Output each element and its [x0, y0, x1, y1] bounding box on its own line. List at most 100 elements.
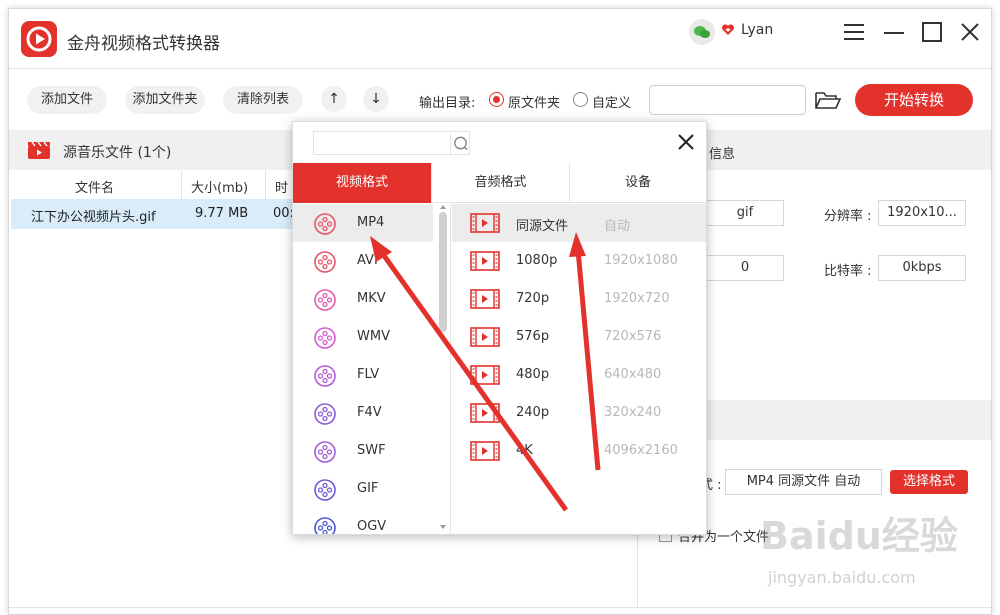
app-title: 金舟视频格式转换器 [67, 34, 220, 54]
column-time[interactable]: 时 [275, 177, 288, 196]
resolution-label: 720p [516, 291, 550, 306]
film-reel-icon [314, 403, 336, 425]
radio-source-folder[interactable] [489, 92, 504, 107]
film-strip-icon [470, 213, 500, 233]
list-item[interactable]: WMV [293, 318, 433, 356]
radio-source-label: 原文件夹 [508, 96, 561, 111]
format-label: SWF [357, 443, 386, 458]
film-reel-icon [314, 327, 336, 349]
menu-icon[interactable] [841, 19, 867, 45]
resolution-label: 480p [516, 367, 550, 382]
list-item[interactable]: MKV [293, 280, 433, 318]
list-item[interactable]: AVI [293, 242, 433, 280]
close-icon[interactable] [957, 19, 983, 45]
format-list: MP4 AVI MKV WMV FLV F4V SWF GIF OGV [293, 204, 451, 534]
film-strip-icon [470, 251, 500, 271]
list-item[interactable]: 同源文件 自动 [452, 204, 706, 242]
resolution-dimensions: 1920x720 [604, 291, 670, 306]
format-tabs: 视频格式 音频格式 设备 [293, 163, 706, 203]
format-label: GIF [357, 481, 379, 496]
column-filename[interactable]: 文件名 [75, 177, 114, 196]
scroll-down-icon[interactable] [439, 524, 447, 530]
film-strip-icon [470, 365, 500, 385]
bitrate-label: 比特率 : [824, 264, 872, 279]
list-item[interactable]: GIF [293, 470, 433, 508]
resolution-dimensions: 1920x1080 [604, 253, 678, 268]
format-label: OGV [357, 519, 387, 534]
column-size[interactable]: 大小(mb) [191, 177, 248, 196]
list-item[interactable]: 576p 720x576 [452, 318, 706, 356]
film-strip-icon [470, 441, 500, 461]
list-item[interactable]: 240p 320x240 [452, 394, 706, 432]
list-item[interactable]: SWF [293, 432, 433, 470]
bottom-divider [9, 607, 991, 608]
resolution-label: 240p [516, 405, 550, 420]
brand-watermark: Baidu经验 [760, 514, 958, 558]
film-clapper-icon [28, 141, 50, 159]
resolution-label: 1080p [516, 253, 558, 268]
resolution-label: 4K [516, 443, 533, 458]
format-field: gif [706, 200, 784, 226]
film-reel-icon [314, 365, 336, 387]
file-name: 江下办公视频片头.gif [31, 210, 156, 225]
wechat-icon[interactable] [689, 19, 715, 45]
list-item[interactable]: 480p 640x480 [452, 356, 706, 394]
video-play-icon [21, 21, 57, 57]
list-item[interactable]: 720p 1920x720 [452, 280, 706, 318]
list-item[interactable]: OGV [293, 508, 433, 534]
choose-format-button[interactable]: 选择格式 [890, 470, 968, 494]
output-path-input[interactable] [649, 85, 806, 115]
duration-field: 0 [706, 255, 784, 281]
list-item[interactable]: 1080p 1920x1080 [452, 242, 706, 280]
tab-audio-format[interactable]: 音频格式 [432, 163, 569, 203]
format-popup: 视频格式 音频格式 设备 MP4 AVI MKV WMV FLV F4V SWF… [292, 121, 707, 535]
user-name[interactable]: Lyan [741, 22, 773, 38]
scroll-thumb[interactable] [439, 212, 447, 332]
format-label: FLV [357, 367, 380, 382]
bitrate-field: 0kbps [878, 255, 966, 281]
source-title: 源音乐文件 (1个) [63, 145, 172, 161]
add-folder-button[interactable]: 添加文件夹 [125, 86, 205, 114]
list-item[interactable]: FLV [293, 356, 433, 394]
resolution-dimensions: 640x480 [604, 367, 662, 382]
folder-open-icon[interactable] [814, 89, 842, 111]
add-file-button[interactable]: 添加文件 [27, 86, 107, 114]
clear-list-button[interactable]: 清除列表 [223, 86, 303, 114]
list-item[interactable]: MP4 [293, 204, 433, 242]
watermark-url: jingyan.baidu.com [768, 568, 916, 587]
film-reel-icon [314, 251, 336, 273]
format-search-input[interactable] [313, 131, 470, 155]
format-label: F4V [357, 405, 382, 420]
film-reel-icon [314, 479, 336, 501]
resolution-label: 分辨率 : [824, 209, 872, 224]
output-format-field: MP4 同源文件 自动 [725, 469, 882, 495]
file-size: 9.77 MB [195, 206, 249, 221]
resolution-dimensions: 4096x2160 [604, 443, 678, 458]
scroll-up-icon[interactable] [439, 204, 447, 210]
close-icon[interactable] [676, 132, 696, 152]
film-reel-icon [314, 517, 336, 534]
move-up-button[interactable]: ↑ [321, 86, 347, 112]
resolution-label: 同源文件 [516, 219, 569, 234]
tab-device[interactable]: 设备 [570, 163, 706, 203]
format-label: AVI [357, 253, 378, 268]
heart-icon [721, 24, 735, 35]
format-label: MKV [357, 291, 386, 306]
resolution-label: 576p [516, 329, 550, 344]
minimize-icon[interactable] [881, 19, 907, 45]
output-dir-label: 输出目录: [419, 96, 476, 111]
film-reel-icon [314, 213, 336, 235]
move-down-button[interactable]: ↓ [363, 86, 389, 112]
start-convert-button[interactable]: 开始转换 [855, 84, 973, 116]
tab-video-format[interactable]: 视频格式 [293, 163, 431, 203]
list-item[interactable]: F4V [293, 394, 433, 432]
search-icon[interactable] [450, 134, 470, 154]
format-label: MP4 [357, 215, 385, 230]
list-item[interactable]: 4K 4096x2160 [452, 432, 706, 470]
format-scrollbar[interactable] [439, 204, 447, 532]
film-strip-icon [470, 289, 500, 309]
info-title: 信息 [709, 147, 736, 162]
radio-custom[interactable] [573, 92, 588, 107]
maximize-icon[interactable] [919, 19, 945, 45]
title-bar: 金舟视频格式转换器 Lyan [9, 9, 991, 69]
